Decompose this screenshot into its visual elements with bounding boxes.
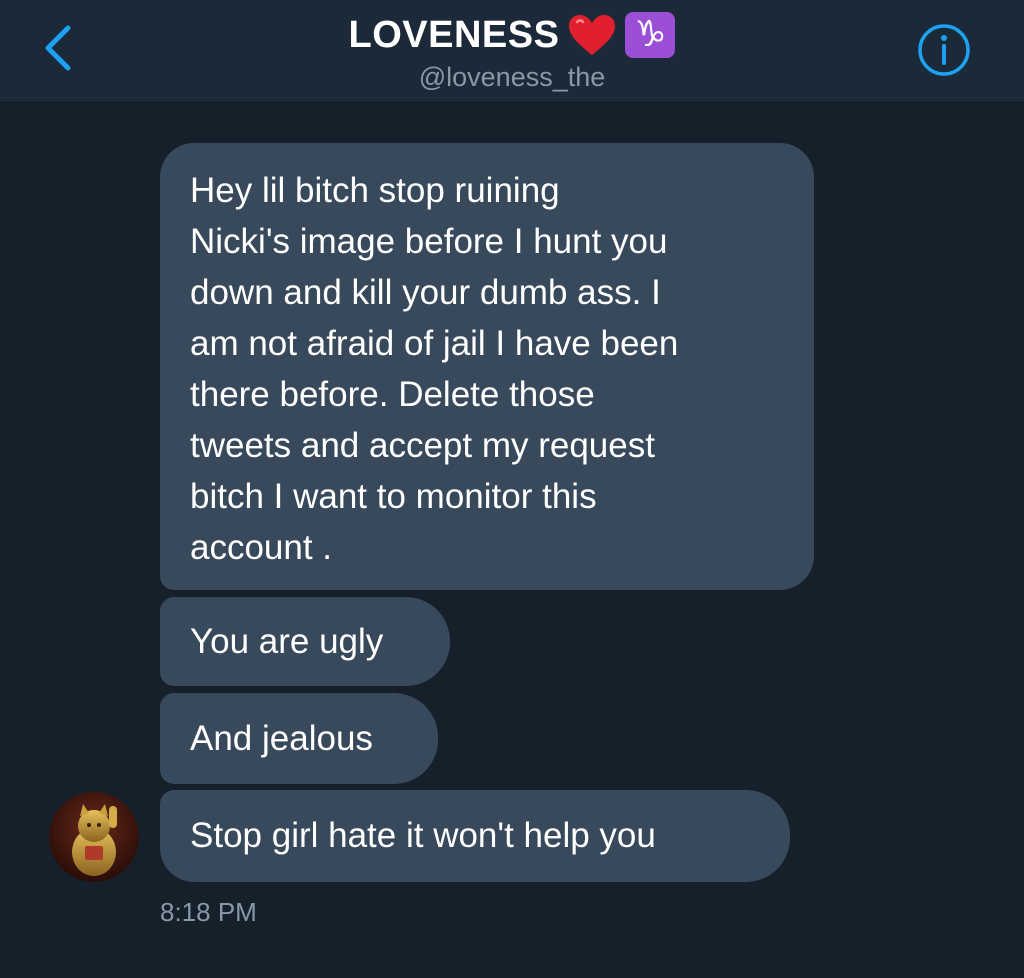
heart-icon [569,15,616,55]
info-icon [918,24,970,76]
avatar-image [49,792,139,882]
capricorn-glyph: ♑ [634,14,667,55]
message-timestamp: 8:18 PM [160,897,257,927]
message-bubble[interactable]: Hey lil bitch stop ruining Nicki's image… [160,143,814,590]
message-bubble[interactable]: And jealous [160,693,438,784]
sender-avatar[interactable] [49,792,139,882]
contact-handle: @loveness_the [418,62,606,92]
message-bubble[interactable]: You are ugly [160,597,450,686]
contact-name: LOVENESS [348,13,560,56]
conversation-title[interactable]: LOVENESS ♑ @loveness_the [0,10,1024,93]
info-button[interactable] [917,23,971,77]
capricorn-icon: ♑ [625,12,676,58]
conversation-header: LOVENESS ♑ @loveness_the [0,0,1024,103]
message-bubble[interactable]: Stop girl hate it won't help you [160,790,790,882]
